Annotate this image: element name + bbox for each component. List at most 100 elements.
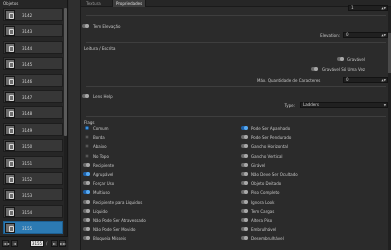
- flag-label: Tem Cargas: [251, 208, 275, 214]
- object-list-item[interactable]: 3146: [3, 73, 63, 87]
- flag-toggle[interactable]: [241, 153, 248, 158]
- flag-label: Pode Ser Pendurado: [251, 135, 292, 141]
- flag-radio[interactable]: [85, 135, 89, 140]
- panel-divider[interactable]: [69, 0, 81, 250]
- flag-label: Desembrulhável: [251, 236, 284, 242]
- gravavel-uma-vez-toggle[interactable]: [311, 67, 318, 71]
- flag-toggle[interactable]: [241, 218, 248, 222]
- object-thumbnail-icon: [5, 124, 15, 135]
- flag-label: Comum: [93, 126, 109, 131]
- max-chars-stepper[interactable]: 0 ▲▼: [343, 77, 388, 83]
- object-list-item[interactable]: 3144: [3, 40, 63, 54]
- chevron-down-icon[interactable]: ▼: [384, 103, 386, 107]
- first-page-button[interactable]: ◄◄: [2, 240, 9, 247]
- divider-line: [86, 42, 386, 43]
- flag-toggle[interactable]: [83, 208, 90, 213]
- object-id-label: 3151: [22, 160, 33, 166]
- object-list-item[interactable]: 3150: [3, 139, 63, 153]
- flag-toggle[interactable]: [83, 218, 90, 222]
- object-id-label: 3145: [22, 62, 33, 68]
- flag-toggle[interactable]: [83, 172, 90, 176]
- leitura-escrita-title: Leitura / Escrita: [84, 46, 116, 51]
- elevacao-stepper[interactable]: 0 ▲▼: [343, 32, 388, 38]
- flag-label: Recipiente para Líquidos: [93, 199, 143, 205]
- object-list-item[interactable]: 3153: [3, 188, 63, 202]
- next-page-button[interactable]: ►: [51, 240, 58, 247]
- flag-toggle[interactable]: [83, 181, 90, 186]
- flag-label: Embrulhável: [251, 227, 277, 233]
- objects-scrollbar[interactable]: [64, 8, 67, 236]
- objects-panel-title: Objetos: [3, 1, 19, 6]
- object-id-label: 3148: [22, 111, 33, 117]
- flag-toggle[interactable]: [241, 144, 248, 149]
- object-id-input[interactable]: 3155: [30, 240, 44, 247]
- objects-pager: ◄◄ ◄ 3155 / ► ►►: [0, 236, 68, 250]
- object-list-item[interactable]: 3143: [3, 24, 63, 38]
- object-list-item[interactable]: 3148: [3, 106, 63, 120]
- flag-toggle[interactable]: [241, 208, 248, 213]
- flag-toggle[interactable]: [241, 135, 248, 140]
- flag-label: Pode Ser Apanhado: [251, 126, 291, 131]
- last-page-button[interactable]: ►►: [59, 240, 66, 247]
- object-thumbnail-icon: [5, 223, 15, 234]
- flag-label: Borda: [93, 135, 105, 141]
- object-list-item[interactable]: 3145: [3, 57, 63, 71]
- type-label: Type:: [284, 103, 295, 108]
- flag-radio[interactable]: [85, 144, 89, 149]
- app-window: Objetos 3142 3143 3144 3145 3146 3147 3148 3149…: [0, 0, 391, 250]
- lens-help-toggle[interactable]: [82, 94, 89, 98]
- object-list-item[interactable]: 3152: [3, 172, 63, 185]
- object-id-label: 3153: [22, 193, 33, 199]
- flag-toggle[interactable]: [241, 181, 248, 186]
- object-list-item[interactable]: 3149: [3, 122, 63, 136]
- object-id-label: 3143: [22, 29, 33, 35]
- divider-line: [86, 86, 386, 87]
- flag-toggle[interactable]: [241, 190, 248, 195]
- tab-textura[interactable]: Textura: [83, 0, 104, 7]
- objects-scrollbar-thumb[interactable]: [64, 8, 67, 136]
- tab-propriedades[interactable]: Propriedades: [112, 0, 147, 7]
- flag-toggle[interactable]: [83, 162, 90, 167]
- flag-label: Recipiente: [93, 162, 115, 168]
- flag-radio[interactable]: [85, 153, 89, 158]
- flag-label: Gancho Vertical: [251, 153, 283, 159]
- flag-toggle[interactable]: [241, 172, 248, 176]
- flag-toggle[interactable]: [241, 236, 248, 241]
- flag-toggle[interactable]: [241, 199, 248, 204]
- stepper-arrows-icon[interactable]: ▲▼: [381, 78, 386, 82]
- flag-toggle[interactable]: [83, 190, 90, 195]
- type-select[interactable]: Ladders ▼: [300, 102, 388, 108]
- gravavel-toggle[interactable]: [337, 57, 344, 61]
- object-list-item[interactable]: 3151: [3, 155, 63, 169]
- object-list-item[interactable]: 3142: [3, 8, 63, 21]
- lens-help-label: Lens Help: [93, 94, 113, 99]
- flag-label: Girável: [251, 162, 266, 168]
- flags-title: Flags: [84, 120, 95, 125]
- prev-page-button[interactable]: ◄: [11, 240, 18, 247]
- max-chars-label: Máx. Quantidade de Caracteres: [257, 78, 321, 83]
- stepper-arrows-icon[interactable]: ▲▼: [381, 6, 386, 10]
- object-list-item[interactable]: 3154: [3, 204, 63, 218]
- flag-toggle[interactable]: [83, 227, 90, 232]
- object-id-label: 3142: [22, 13, 33, 18]
- ordem-stepper[interactable]: 1 ▲▼: [348, 5, 388, 11]
- pager-separator: /: [46, 241, 48, 246]
- flag-radio[interactable]: [85, 126, 89, 130]
- object-list-item[interactable]: 3155: [3, 221, 63, 235]
- object-thumbnail-icon: [5, 157, 15, 168]
- flag-toggle[interactable]: [241, 162, 248, 167]
- objects-panel: Objetos 3142 3143 3144 3145 3146 3147 3148 3149…: [0, 0, 68, 250]
- flag-toggle[interactable]: [241, 126, 248, 130]
- elevacao-value: 0: [346, 32, 349, 37]
- flag-label: Não Pode Ser Movido: [93, 227, 136, 233]
- tem-elevacao-toggle[interactable]: [82, 24, 89, 28]
- object-thumbnail-icon: [5, 206, 15, 217]
- object-list-item[interactable]: 3147: [3, 90, 63, 103]
- object-id-label: 3149: [22, 127, 33, 133]
- elevacao-label: Elevation:: [320, 33, 340, 38]
- stepper-arrows-icon[interactable]: ▲▼: [381, 33, 386, 37]
- flag-toggle[interactable]: [83, 199, 90, 204]
- type-value: Ladders: [303, 102, 319, 107]
- flag-toggle[interactable]: [241, 227, 248, 232]
- flag-toggle[interactable]: [83, 236, 90, 241]
